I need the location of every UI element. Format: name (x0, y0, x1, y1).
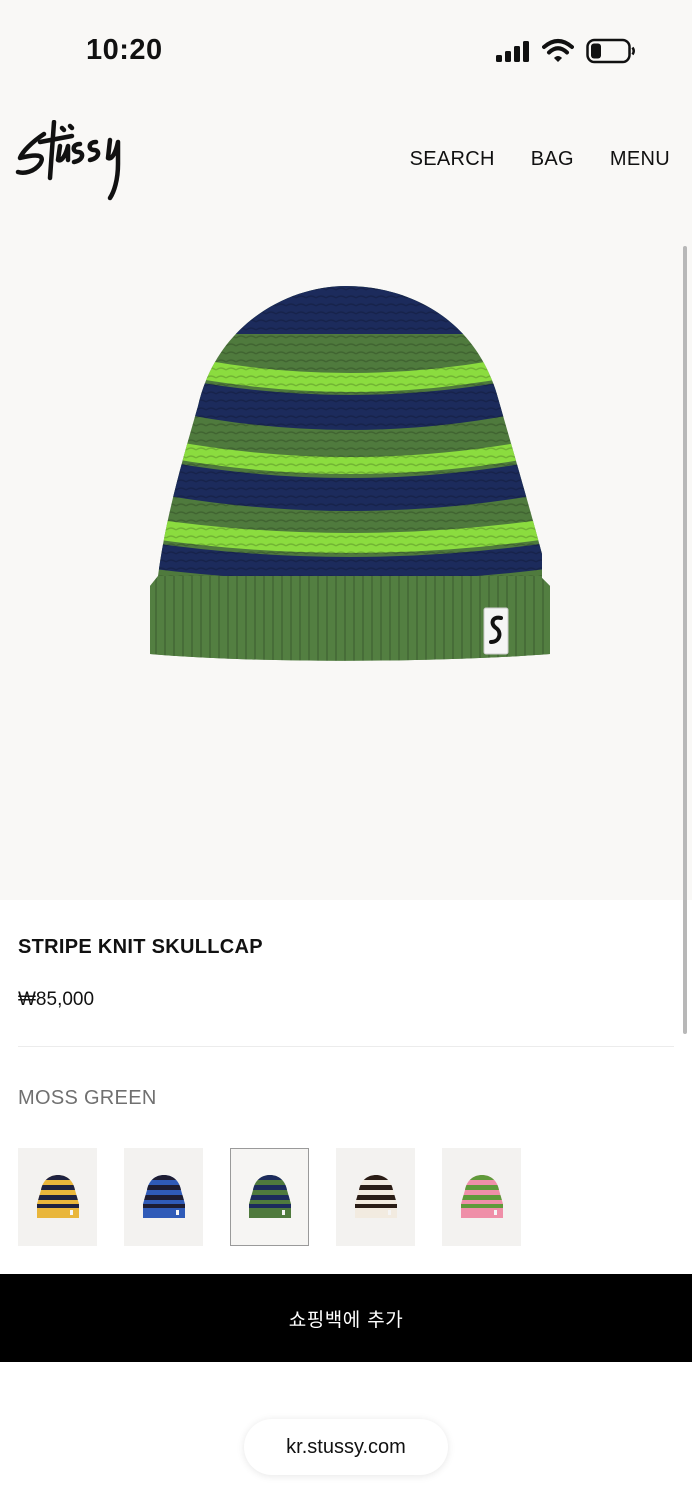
nav-menu[interactable]: MENU (610, 148, 670, 171)
add-to-bag-button[interactable]: 쇼핑백에 추가 (0, 1274, 692, 1362)
swatch-pink[interactable] (442, 1148, 521, 1246)
cellular-signal-icon (496, 41, 529, 62)
swatch-moss-green[interactable] (230, 1148, 309, 1246)
beanie-thumbnail-icon (354, 1175, 397, 1218)
beanie-thumbnail-icon (36, 1175, 79, 1218)
stussy-logo[interactable] (14, 120, 132, 202)
product-price: ₩85,000 (18, 989, 95, 1010)
beanie-thumbnail-icon (248, 1175, 291, 1218)
main-nav: SEARCH BAG MENU (410, 148, 670, 171)
nav-bag[interactable]: BAG (531, 148, 574, 171)
product-info: STRIPE KNIT SKULLCAP ₩85,000 (18, 936, 674, 1011)
divider (18, 1046, 674, 1047)
battery-icon (586, 38, 635, 64)
site-header: SEARCH BAG MENU (0, 100, 692, 220)
product-image[interactable] (0, 220, 692, 900)
swatch-blue[interactable] (124, 1148, 203, 1246)
swatch-cream[interactable] (336, 1148, 415, 1246)
selected-color-label: MOSS GREEN (18, 1087, 157, 1109)
status-bar: 10:20 (0, 0, 692, 100)
swatch-yellow[interactable] (18, 1148, 97, 1246)
beanie-thumbnail-icon (142, 1175, 185, 1218)
status-time: 10:20 (86, 34, 163, 66)
wifi-icon (542, 39, 574, 62)
beanie-image (150, 286, 550, 661)
beanie-thumbnail-icon (460, 1175, 503, 1218)
scrollbar[interactable] (683, 246, 687, 1034)
browser-url-bar[interactable]: kr.stussy.com (244, 1419, 448, 1475)
color-swatches (18, 1148, 521, 1246)
product-title: STRIPE KNIT SKULLCAP (18, 936, 263, 958)
nav-search[interactable]: SEARCH (410, 148, 495, 171)
